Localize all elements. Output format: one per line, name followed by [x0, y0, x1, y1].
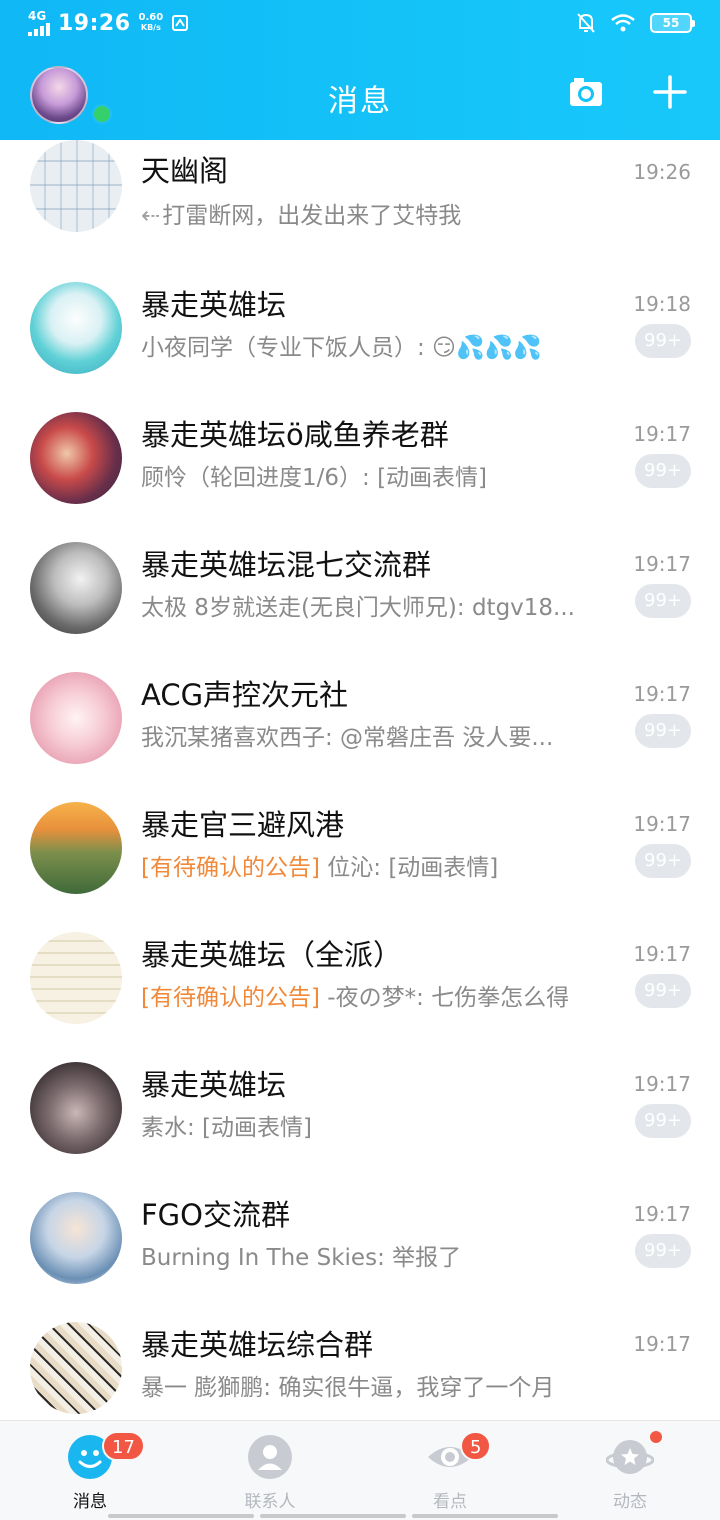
status-time: 19:26: [58, 10, 131, 36]
conversation-time: 19:17: [633, 1332, 691, 1356]
gesture-bar: [0, 1514, 720, 1520]
tab-label: 联系人: [244, 1492, 296, 1512]
conversation-row[interactable]: 暴走英雄坛 素水: [动画表情] 19:17 99+: [0, 1050, 720, 1180]
conversation-name: 天幽阁: [141, 154, 229, 188]
camera-button[interactable]: [564, 70, 608, 114]
conversation-row[interactable]: 天幽阁 ⇠打雷断网，出发出来了艾特我 19:26: [0, 140, 720, 270]
unread-badge: 99+: [635, 1104, 691, 1138]
conversation-name: 暴走英雄坛ö咸鱼养老群: [141, 418, 449, 452]
pending-notice-tag: [有待确认的公告]: [141, 985, 320, 1011]
conversation-preview: ⇠打雷断网，出发出来了艾特我: [141, 203, 462, 229]
conversation-preview: Burning In The Skies: 举报了: [141, 1245, 462, 1271]
discover-badge: 5: [460, 1431, 492, 1461]
group-avatar: [30, 140, 122, 232]
conversation-preview: 素水: [动画表情]: [141, 1115, 313, 1141]
unread-badge: 99+: [635, 584, 691, 618]
conversation-time: 19:17: [633, 682, 691, 706]
network-speed: 0.60 KB/s: [138, 12, 164, 33]
tab-label: 动态: [613, 1492, 647, 1512]
pending-notice-tag: [有待确认的公告]: [141, 855, 320, 881]
messages-badge: 17: [102, 1431, 145, 1461]
group-avatar: [30, 1062, 122, 1154]
person-icon: [248, 1435, 292, 1479]
group-avatar: [30, 1322, 122, 1414]
bottom-tab-bar: 17 消息 联系人 5 看点 动态: [0, 1420, 720, 1520]
conversation-preview: 顾怜（轮回进度1/6）: [动画表情]: [141, 465, 488, 491]
conversation-row[interactable]: 暴走英雄坛 小夜同学（专业下饭人员）: 😏💦💦💦 19:18 99+: [0, 270, 720, 400]
conversation-name: 暴走英雄坛（全派）: [141, 938, 403, 972]
conversation-time: 19:17: [633, 1072, 691, 1096]
group-avatar: [30, 542, 122, 634]
conversation-time: 19:17: [633, 1202, 691, 1226]
mute-bell-icon: [577, 13, 595, 33]
unread-badge: 99+: [635, 324, 691, 358]
conversation-name: ACG声控次元社: [141, 678, 349, 712]
signal-icon: 4G: [28, 10, 50, 36]
conversation-time: 19:17: [633, 422, 691, 446]
conversation-preview: [有待确认的公告] 位沁: [动画表情]: [141, 855, 499, 881]
conversation-row[interactable]: 暴走官三避风港 [有待确认的公告] 位沁: [动画表情] 19:17 99+: [0, 790, 720, 920]
conversation-name: 暴走官三避风港: [141, 808, 345, 842]
battery-indicator: 55: [650, 13, 695, 33]
conversation-row[interactable]: FGO交流群 Burning In The Skies: 举报了 19:17 9…: [0, 1180, 720, 1310]
unread-badge: 99+: [635, 714, 691, 748]
group-avatar: [30, 282, 122, 374]
group-avatar: [30, 802, 122, 894]
group-avatar: [30, 412, 122, 504]
conversation-row[interactable]: ACG声控次元社 我沉某猪喜欢西子: @常磐庄吾 没人要... 19:17 99…: [0, 660, 720, 790]
conversation-name: 暴走英雄坛: [141, 288, 287, 322]
conversation-name: 暴走英雄坛综合群: [141, 1328, 374, 1362]
group-avatar: [30, 672, 122, 764]
conversation-name: 暴走英雄坛混七交流群: [141, 548, 432, 582]
wifi-icon: [611, 14, 635, 32]
conversation-name: FGO交流群: [141, 1198, 290, 1232]
tab-messages[interactable]: 17 消息: [30, 1421, 150, 1520]
camera-icon: [570, 78, 602, 106]
unread-badge: 99+: [635, 454, 691, 488]
conversation-time: 19:26: [633, 160, 691, 184]
status-bar: 4G 19:26 0.60 KB/s 55: [0, 0, 720, 50]
plus-icon: [653, 75, 687, 109]
unread-badge: 99+: [635, 1234, 691, 1268]
tab-label: 消息: [73, 1492, 107, 1512]
unread-badge: 99+: [635, 844, 691, 878]
conversation-name: 暴走英雄坛: [141, 1068, 287, 1102]
conversation-row[interactable]: 暴走英雄坛混七交流群 太极 8岁就送走(无良门大师兄): dtgv18... 1…: [0, 530, 720, 660]
conversation-row[interactable]: 暴走英雄坛综合群 暴一 膨獅鹏: 确实很牛逼，我穿了一个月 19:17: [0, 1310, 720, 1420]
conversation-preview: [有待确认的公告] -夜の梦*: 七伤拳怎么得: [141, 985, 570, 1011]
app-header: 4G 19:26 0.60 KB/s 55 消息: [0, 0, 720, 140]
conversation-time: 19:17: [633, 552, 691, 576]
tab-label: 看点: [433, 1492, 467, 1512]
conversation-preview: 太极 8岁就送走(无良门大师兄): dtgv18...: [141, 595, 575, 621]
conversation-preview: 暴一 膨獅鹏: 确实很牛逼，我穿了一个月: [141, 1375, 555, 1401]
conversation-time: 19:17: [633, 812, 691, 836]
conversation-row[interactable]: 暴走英雄坛ö咸鱼养老群 顾怜（轮回进度1/6）: [动画表情] 19:17 99…: [0, 400, 720, 530]
conversation-preview: 我沉某猪喜欢西子: @常磐庄吾 没人要...: [141, 725, 554, 751]
conversation-row[interactable]: 暴走英雄坛（全派） [有待确认的公告] -夜の梦*: 七伤拳怎么得 19:17 …: [0, 920, 720, 1050]
tab-feed[interactable]: 动态: [570, 1421, 690, 1520]
group-avatar: [30, 932, 122, 1024]
tab-contacts[interactable]: 联系人: [210, 1421, 330, 1520]
unread-badge: 99+: [635, 974, 691, 1008]
page-title: 消息: [328, 84, 392, 119]
add-button[interactable]: [648, 70, 692, 114]
group-avatar: [30, 1192, 122, 1284]
tab-discover[interactable]: 5 看点: [390, 1421, 510, 1520]
conversation-time: 19:18: [633, 292, 691, 316]
planet-star-icon: [606, 1440, 654, 1474]
network-type: 4G: [28, 9, 47, 23]
feed-dot: [648, 1429, 664, 1445]
conversation-list[interactable]: 天幽阁 ⇠打雷断网，出发出来了艾特我 19:26 暴走英雄坛 小夜同学（专业下饭…: [0, 140, 720, 1420]
conversation-time: 19:17: [633, 942, 691, 966]
sim-status-icon: [172, 15, 189, 31]
conversation-preview: 小夜同学（专业下饭人员）: 😏💦💦💦: [141, 335, 542, 361]
reply-arrow-icon: ⇠: [141, 203, 161, 229]
